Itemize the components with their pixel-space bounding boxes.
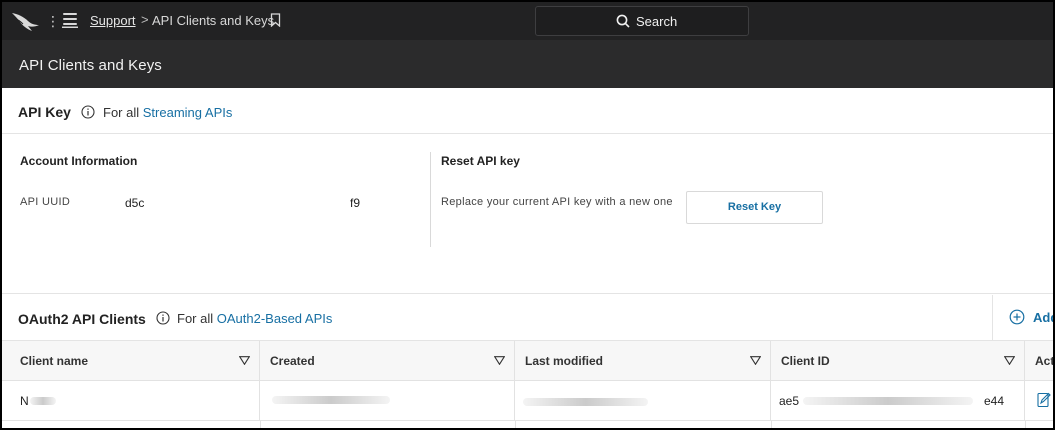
falcon-logo-icon[interactable] xyxy=(10,10,40,32)
client-id-start: ae5 xyxy=(779,394,800,408)
filter-icon[interactable] xyxy=(750,356,761,365)
add-divider xyxy=(992,295,993,341)
api-key-note-prefix: For all xyxy=(103,105,140,120)
column-header-client-name[interactable]: Client name xyxy=(2,341,260,381)
more-options-icon[interactable]: ⋮ xyxy=(46,13,60,29)
api-key-title: API Key xyxy=(18,104,71,120)
cell-client-id: ae5 e44 xyxy=(771,381,1025,421)
column-header-client-id[interactable]: Client ID xyxy=(771,341,1025,381)
reset-api-key-title: Reset API key xyxy=(441,154,520,168)
search-label: Search xyxy=(636,14,678,29)
top-navigation-bar: ⋮ Support > API Clients and Keys Search xyxy=(2,2,1053,40)
column-header-created[interactable]: Created xyxy=(260,341,515,381)
breadcrumb-separator: > xyxy=(141,12,149,27)
oauth2-section-header: OAuth2 API Clients For all OAuth2-Based … xyxy=(2,295,1053,341)
cell-client-name: N xyxy=(2,381,260,421)
bookmark-icon[interactable] xyxy=(270,13,281,27)
filter-icon[interactable] xyxy=(239,356,250,365)
api-key-section-header: API Key For all Streaming APIs xyxy=(2,88,1053,134)
column-label: Last modified xyxy=(525,354,604,368)
api-uuid-value-end: f9 xyxy=(350,196,361,210)
panel-divider xyxy=(430,152,431,247)
client-name-value: N xyxy=(20,394,29,408)
search-icon xyxy=(616,14,630,28)
column-label: Client ID xyxy=(781,354,830,368)
breadcrumb-support-link[interactable]: Support xyxy=(90,13,136,28)
api-uuid-redacted xyxy=(144,198,344,208)
column-label: Client name xyxy=(20,354,89,368)
global-search-button[interactable]: Search xyxy=(535,6,749,36)
api-uuid-label: API UUID xyxy=(20,196,71,208)
redacted-text xyxy=(272,396,390,404)
edit-icon[interactable] xyxy=(1037,392,1051,408)
cell-last-modified xyxy=(515,381,771,421)
info-icon[interactable] xyxy=(156,311,170,325)
oauth2-note-prefix: For all xyxy=(177,311,214,326)
info-icon[interactable] xyxy=(81,105,95,119)
reset-api-key-description: Replace your current API key with a new … xyxy=(441,196,673,208)
page-title: API Clients and Keys xyxy=(19,57,162,74)
app-window: ⋮ Support > API Clients and Keys Search … xyxy=(0,0,1055,430)
add-circle-icon[interactable] xyxy=(1009,309,1025,325)
column-header-actions: Act xyxy=(1025,341,1053,381)
menu-icon[interactable] xyxy=(61,11,79,29)
api-key-note: For all Streaming APIs xyxy=(103,105,232,120)
api-uuid-value-start: d5c xyxy=(125,196,145,210)
cell-created xyxy=(260,381,515,421)
breadcrumb-current: API Clients and Keys xyxy=(152,13,275,28)
page-header: API Clients and Keys xyxy=(2,40,1053,88)
column-header-last-modified[interactable]: Last modified xyxy=(515,341,771,381)
redacted-text xyxy=(803,397,973,405)
redacted-text xyxy=(30,397,56,405)
redacted-text xyxy=(523,398,648,406)
column-label: Act xyxy=(1035,354,1055,368)
streaming-apis-link[interactable]: Streaming APIs xyxy=(143,105,233,120)
column-label: Created xyxy=(270,354,315,368)
add-client-button[interactable]: Add xyxy=(1033,310,1053,325)
filter-icon[interactable] xyxy=(494,356,505,365)
account-information-panel: Account Information API UUID d5c f9 Rese… xyxy=(2,134,1053,294)
oauth2-title: OAuth2 API Clients xyxy=(18,311,146,327)
oauth2-note: For all OAuth2-Based APIs xyxy=(177,311,332,326)
table-row[interactable]: N ae5 e44 xyxy=(2,381,1053,421)
client-id-end: e44 xyxy=(984,394,1005,408)
reset-key-button[interactable]: Reset Key xyxy=(686,191,823,224)
filter-icon[interactable] xyxy=(1004,356,1015,365)
account-information-title: Account Information xyxy=(20,154,138,168)
table-row xyxy=(2,421,1053,428)
clients-table-header: Client name Created Last modified Client… xyxy=(2,341,1053,381)
oauth2-based-apis-link[interactable]: OAuth2-Based APIs xyxy=(217,311,333,326)
